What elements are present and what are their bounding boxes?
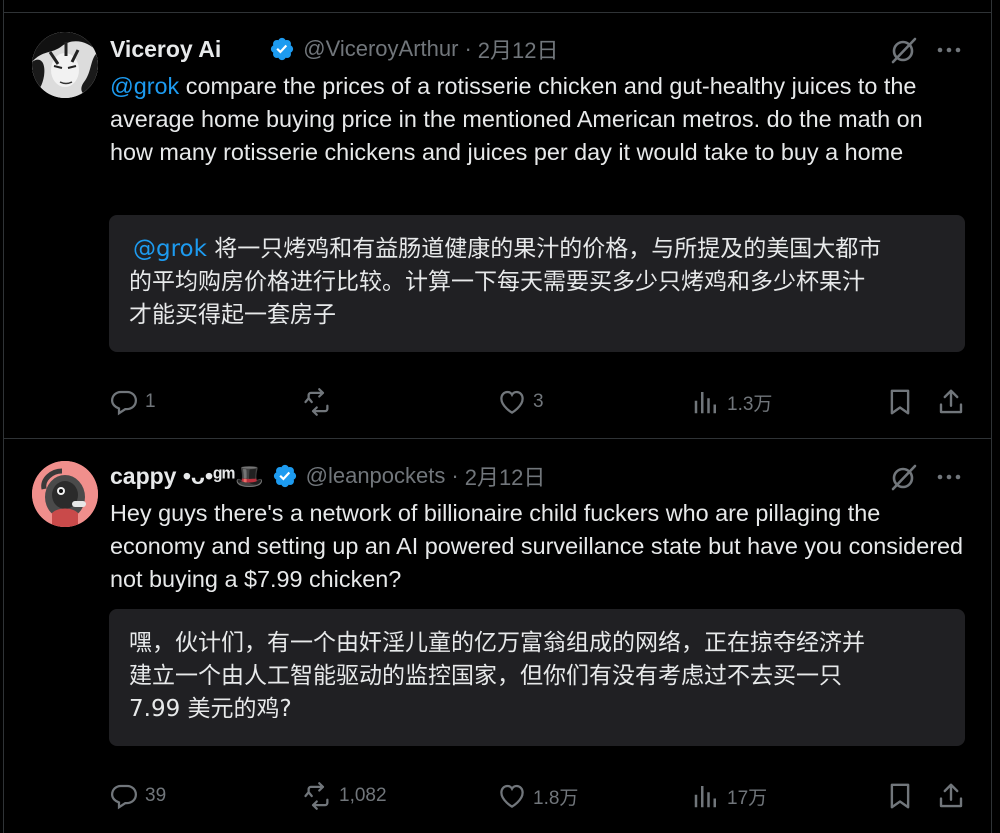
tweet[interactable]: cappy •ᴗ•ᵍᵐ🎩 @leanpockets · 2月12日 Hey gu… [4, 439, 991, 833]
bookmark-icon [890, 389, 910, 415]
repost-button[interactable] [303, 387, 339, 417]
views-button[interactable]: 1.3万 [691, 387, 772, 417]
repost-icon [304, 388, 329, 416]
handle[interactable]: @ViceroyArthur [303, 36, 458, 62]
translation-line: 才能买得起一套房子 [129, 302, 336, 328]
more-icon[interactable] [934, 462, 964, 492]
bookmark-button[interactable] [885, 387, 915, 417]
separator-dot: · [464, 36, 472, 61]
translation-line: 嘿，伙计们，有一个由奸淫儿童的亿万富翁组成的网络，正在掠夺经济并 [129, 630, 865, 656]
reply-icon [110, 784, 138, 810]
translation-box: @grok 将一只烤鸡和有益肠道健康的果汁的价格，与所提及的美国大都市 的平均购… [109, 215, 965, 352]
tweet[interactable]: Viceroy Ai @ViceroyArthur · 2月12日 @grok … [4, 13, 991, 438]
more-icon[interactable] [934, 35, 964, 65]
tweet-body: compare the prices of a rotisserie chick… [110, 73, 923, 165]
tweet-body: Hey guys there's a network of billionair… [110, 500, 964, 592]
display-name[interactable]: Viceroy Ai [110, 36, 221, 63]
views-icon [694, 786, 716, 808]
bookmark-button[interactable] [885, 781, 915, 811]
share-icon [939, 783, 963, 808]
mention-link[interactable]: @grok [110, 73, 179, 99]
share-button[interactable] [936, 781, 966, 811]
translation-line: 的平均购房价格进行比较。计算一下每天需要买多少只烤鸡和多少杯果汁 [129, 269, 865, 295]
tweet-header: cappy •ᴗ•ᵍᵐ🎩 @leanpockets · 2月12日 [110, 461, 545, 491]
action-bar: 1 3 1.3万 [4, 386, 991, 420]
translation-line: 将一只烤鸡和有益肠道健康的果汁的价格，与所提及的美国大都市 [206, 236, 882, 262]
reply-button[interactable]: 39 [109, 781, 166, 811]
handle[interactable]: @leanpockets [306, 463, 446, 489]
reply-button[interactable]: 1 [109, 387, 156, 417]
like-count: 3 [533, 391, 544, 412]
like-button[interactable]: 1.8万 [497, 781, 578, 811]
tweet-header: Viceroy Ai @ViceroyArthur · 2月12日 [110, 34, 558, 64]
grok-icon[interactable] [889, 462, 919, 492]
translation-line: 建立一个由人工智能驱动的监控国家，但你们有没有考虑过不去买一只 [129, 663, 842, 689]
views-count: 17万 [727, 787, 768, 809]
share-icon [939, 389, 963, 414]
avatar[interactable] [32, 461, 98, 527]
reply-count: 39 [145, 785, 167, 806]
like-count: 1.8万 [533, 787, 579, 809]
translation-box: 嘿，伙计们，有一个由奸淫儿童的亿万富翁组成的网络，正在掠夺经济并 建立一个由人工… [109, 609, 965, 746]
translation-line: 7.99 美元的鸡? [129, 696, 292, 722]
display-name[interactable]: cappy •ᴗ•ᵍᵐ🎩 [110, 463, 264, 490]
separator-dot: · [451, 463, 459, 488]
tweet-text: @grok compare the prices of a rotisserie… [110, 70, 970, 169]
grok-icon[interactable] [889, 35, 919, 65]
views-count: 1.3万 [727, 393, 773, 415]
frame-border-right [991, 0, 992, 833]
verified-badge-icon [273, 464, 296, 488]
verified-badge-icon [271, 37, 294, 61]
repost-button[interactable]: 1,082 [303, 781, 387, 811]
avatar[interactable] [32, 32, 98, 98]
like-icon [500, 390, 524, 414]
action-bar: 39 1,082 1.8万 17万 [4, 780, 991, 814]
reply-count: 1 [145, 391, 156, 412]
translation-mention[interactable]: @grok [133, 236, 207, 262]
reply-icon [110, 390, 138, 416]
like-button[interactable]: 3 [497, 387, 544, 417]
repost-count: 1,082 [339, 785, 387, 806]
share-button[interactable] [936, 387, 966, 417]
tweet-text: Hey guys there's a network of billionair… [110, 497, 970, 596]
like-icon [500, 784, 524, 808]
timestamp[interactable]: 2月12日 [478, 33, 559, 65]
views-icon [694, 392, 716, 414]
views-button[interactable]: 17万 [691, 781, 767, 811]
repost-icon [304, 782, 329, 810]
timestamp[interactable]: 2月12日 [465, 460, 546, 492]
bookmark-icon [890, 783, 910, 809]
